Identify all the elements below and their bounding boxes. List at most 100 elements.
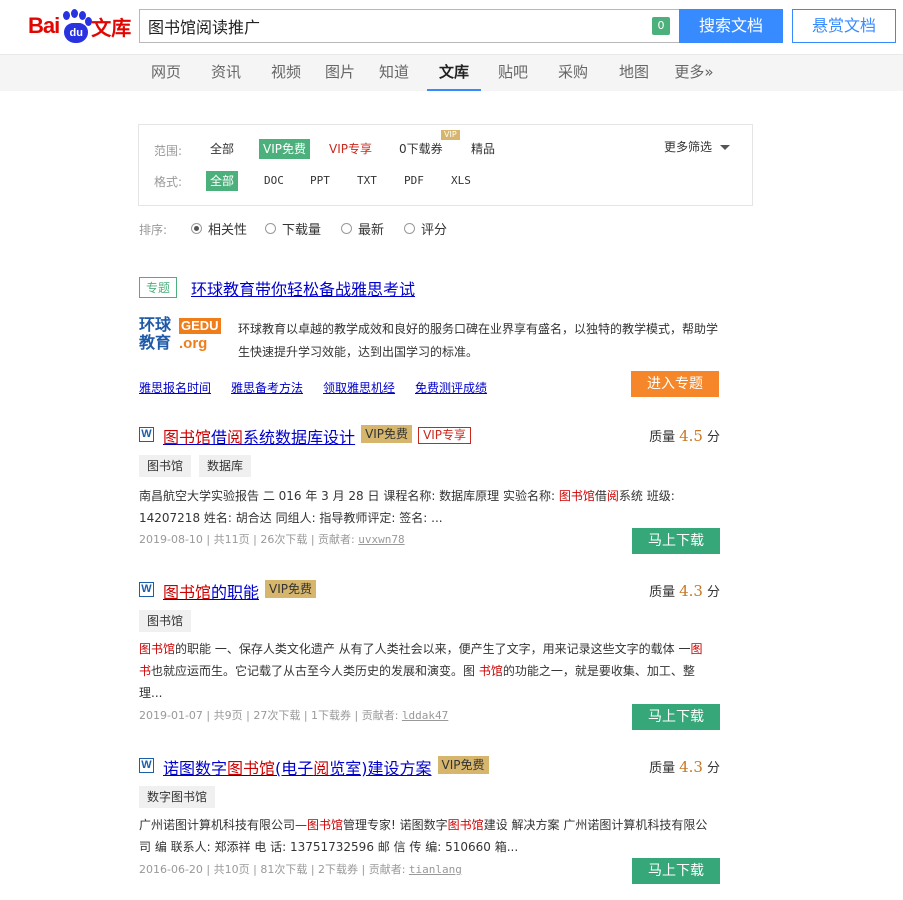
vip-free-badge: VIP免费 <box>361 425 413 443</box>
download-button[interactable]: 马上下载 <box>632 858 720 884</box>
format-ppt[interactable]: PPT <box>306 171 334 191</box>
result-snippet: 南昌航空大学实验报告 二 016 年 3 月 28 日 课程名称: 数据库原理 … <box>139 485 714 529</box>
tag-list: 数字图书馆 <box>139 786 223 808</box>
quality-rating: 质量 4.5 分 <box>649 427 720 445</box>
result-meta: 2016-06-20 | 共10页 | 81次下载 | 2下载券 | 贡献者: … <box>139 863 462 876</box>
radio-icon <box>265 223 276 234</box>
result-meta: 2019-01-07 | 共9页 | 27次下载 | 1下载券 | 贡献者: l… <box>139 709 449 722</box>
keyword-highlight: 图书馆 <box>163 428 212 447</box>
more-filter-dropdown[interactable]: 更多筛选 <box>664 138 731 155</box>
scope-vip-only[interactable]: VIP专享 <box>325 139 376 159</box>
format-pdf[interactable]: PDF <box>400 171 428 191</box>
result-title-link[interactable]: 诺图数字图书馆(电子阅览室)建设方案 VIP免费 <box>163 755 489 779</box>
enter-topic-button[interactable]: 进入专题 <box>631 371 719 397</box>
keyword-highlight: 图书馆 <box>307 818 344 832</box>
topic-description: 环球教育以卓越的教学成效和良好的服务口碑在业界享有盛名，以独特的教学模式，帮助学… <box>238 322 719 359</box>
nav-caigou[interactable]: 采购 <box>547 55 599 91</box>
keyword-highlight: 阅 <box>227 428 244 447</box>
scope-all[interactable]: 全部 <box>206 139 238 159</box>
scope-premium[interactable]: 精品 <box>467 139 499 159</box>
sort-newest[interactable]: 最新 <box>341 219 384 238</box>
result-snippet: 广州诺图计算机科技有限公司—图书馆管理专家! 诺图数字图书馆建设 解决方案 广州… <box>139 814 714 858</box>
reward-docs-button[interactable]: 悬赏文档 <box>792 9 896 43</box>
text-fragment: 系统数据库设计 <box>243 428 356 447</box>
download-button[interactable]: 马上下载 <box>632 704 720 730</box>
result-item: W 图书馆的职能 VIP免费 质量 4.3 分 图书馆 图书馆的职能 一、保存人类文化… <box>139 580 720 730</box>
format-xls[interactable]: XLS <box>447 171 475 191</box>
keyword-highlight: 图书馆 <box>558 489 595 503</box>
result-title-text: 图书馆的职能 <box>163 583 259 602</box>
result-title-link[interactable]: 图书馆的职能 VIP免费 <box>163 579 317 603</box>
nav-news[interactable]: 资讯 <box>200 55 252 91</box>
nav-bar: 网页 资讯 视频 图片 知道 文库 贴吧 采购 地图 更多» <box>0 54 903 91</box>
baidu-wenku-logo[interactable]: Bai du 文库 <box>28 6 131 46</box>
quality-score: 4.3 <box>679 582 703 600</box>
text-fragment: 的职能 一、保存人类文化遗产 从有了人类社会以来，便产生了文字，用来记录这些文字… <box>175 642 691 656</box>
search-count-badge: 0 <box>652 17 670 35</box>
nav-video[interactable]: 视频 <box>260 55 312 91</box>
keyword-highlight: 图书馆 <box>227 759 276 778</box>
uploader-link[interactable]: tianlang <box>409 863 462 876</box>
nav-images[interactable]: 图片 <box>314 55 366 91</box>
format-txt[interactable]: TXT <box>353 171 381 191</box>
vip-free-badge: VIP免费 <box>437 756 489 774</box>
text-fragment: (电子 <box>275 759 314 778</box>
topic-link-prep[interactable]: 雅思备考方法 <box>231 379 303 396</box>
text-fragment: 也就应运而生。它记载了从古至今人类历史的发展和演变。图 <box>151 664 479 678</box>
vip-only-badge: VIP专享 <box>418 427 472 444</box>
topic-title-link[interactable]: 环球教育带你轻松备战雅思考试 <box>191 276 415 300</box>
sort-relevance[interactable]: 相关性 <box>191 219 247 238</box>
sort-rating[interactable]: 评分 <box>404 219 447 238</box>
nav-zhidao[interactable]: 知道 <box>368 55 420 91</box>
format-all[interactable]: 全部 <box>206 171 239 191</box>
keyword-highlight: 图书馆 <box>163 583 212 602</box>
nav-wenku[interactable]: 文库 <box>427 55 481 91</box>
text-fragment: 览室)建设方案 <box>329 759 432 778</box>
uploader-link[interactable]: uvxwn78 <box>358 533 404 546</box>
format-doc[interactable]: DOC <box>260 171 288 191</box>
result-title-link[interactable]: 图书馆借阅系统数据库设计 VIP免费 VIP专享 <box>163 424 472 448</box>
topic-link-assessment[interactable]: 免费测评成绩 <box>415 379 487 396</box>
word-doc-icon: W <box>139 758 154 773</box>
result-snippet: 图书馆的职能 一、保存人类文化遗产 从有了人类社会以来，便产生了文字，用来记录这… <box>139 638 714 704</box>
result-meta: 2019-08-10 | 共11页 | 26次下载 | 贡献者: uvxwn78 <box>139 533 405 546</box>
word-doc-icon: W <box>139 582 154 597</box>
nav-map[interactable]: 地图 <box>608 55 660 91</box>
radio-selected-icon <box>191 223 202 234</box>
gedu-logo-en: GEDU <box>179 318 221 334</box>
tag-list: 图书馆 <box>139 610 199 632</box>
format-label: 格式: <box>154 175 183 189</box>
tag[interactable]: 图书馆 <box>139 455 192 477</box>
topic-link-registration[interactable]: 雅思报名时间 <box>139 379 211 396</box>
text-fragment: 广州诺图计算机科技有限公司— <box>139 818 308 832</box>
nav-more[interactable]: 更多» <box>666 55 722 91</box>
logo-text-wenku: 文库 <box>91 15 132 40</box>
text-fragment: 借 <box>211 428 228 447</box>
topic-link-jijing[interactable]: 领取雅思机经 <box>323 379 395 396</box>
vip-free-badge: VIP免费 <box>265 580 317 598</box>
gedu-logo[interactable]: 环球教育 GEDU .org <box>139 316 224 354</box>
tag[interactable]: 图书馆 <box>139 610 192 632</box>
quality-rating: 质量 4.3 分 <box>649 758 720 776</box>
logo-text-du: du <box>64 23 89 43</box>
scope-vip-free[interactable]: VIP免费 <box>259 139 310 159</box>
search-box: 0 <box>139 9 679 43</box>
caret-down-icon <box>720 145 731 150</box>
sort-downloads[interactable]: 下载量 <box>265 219 321 238</box>
nav-tieba[interactable]: 贴吧 <box>487 55 539 91</box>
quality-rating: 质量 4.3 分 <box>649 582 720 600</box>
download-button[interactable]: 马上下载 <box>632 528 720 554</box>
scope-zero-coupon[interactable]: 0下载券 <box>395 139 447 159</box>
result-item: W 图书馆借阅系统数据库设计 VIP免费 VIP专享 质量 4.5 分 图书馆 数据库 … <box>139 425 720 555</box>
search-input[interactable] <box>140 10 640 42</box>
radio-icon <box>341 223 352 234</box>
tag[interactable]: 数据库 <box>199 455 252 477</box>
text-fragment: 诺图数字 <box>163 759 228 778</box>
nav-web[interactable]: 网页 <box>140 55 192 91</box>
search-docs-button[interactable]: 搜索文档 <box>679 9 783 43</box>
gedu-logo-org: .org <box>179 335 208 352</box>
keyword-highlight: 图书馆 <box>139 642 176 656</box>
keyword-highlight: 图书馆 <box>447 818 484 832</box>
tag[interactable]: 数字图书馆 <box>139 786 216 808</box>
uploader-link[interactable]: lddak47 <box>402 709 448 722</box>
